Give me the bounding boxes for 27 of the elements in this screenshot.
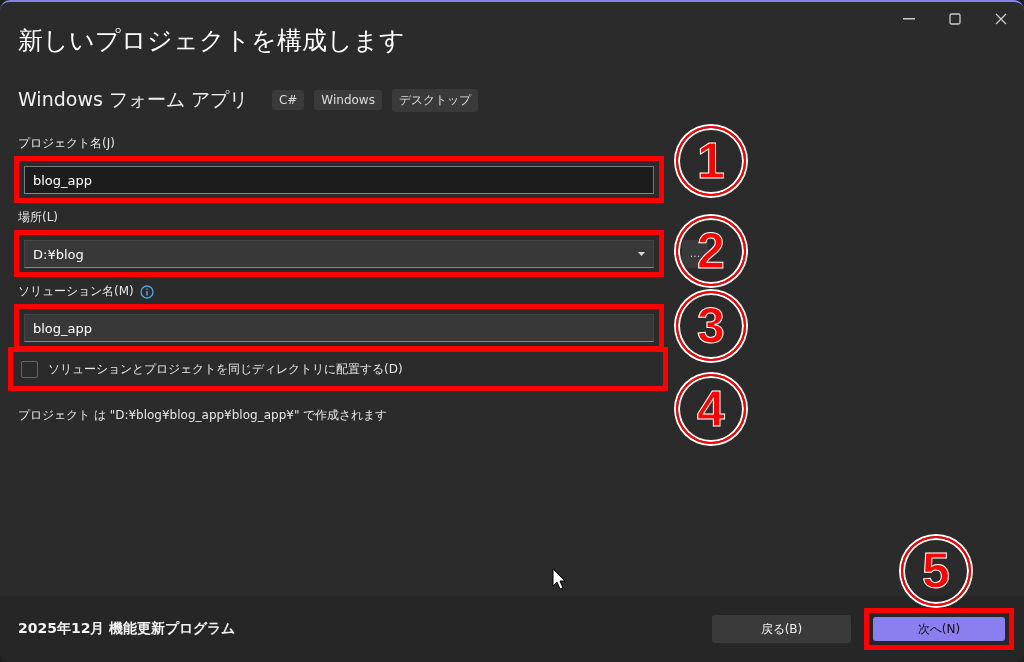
checkbox-label: ソリューションとプロジェクトを同じディレクトリに配置する(D) — [48, 360, 403, 378]
field-label: ソリューション名(M) — [18, 283, 134, 300]
dialog-title: 新しいプロジェクトを構成します — [18, 25, 405, 57]
annotation-number: 1 — [676, 126, 746, 196]
checkbox[interactable] — [21, 360, 38, 378]
location-dropdown[interactable]: D:¥blog — [24, 240, 654, 268]
template-tag: C# — [271, 90, 305, 110]
solution-name-field[interactable]: blog_app — [24, 314, 654, 342]
caret-icon — [638, 252, 645, 256]
field-label: プロジェクト名(J) — [18, 135, 115, 152]
minimize-icon — [903, 18, 915, 20]
project-name-field[interactable]: blog_app — [24, 166, 654, 194]
cursor-icon — [552, 568, 566, 590]
annotation-number: 3 — [676, 291, 746, 361]
update-text: 2025年12月 機能更新プログラム — [18, 620, 236, 638]
annotation-number: 4 — [676, 374, 746, 444]
next-button[interactable]: 次へ(N) — [873, 617, 1005, 641]
close-icon — [995, 13, 1007, 25]
template-name: Windows フォーム アプリ — [18, 87, 248, 112]
template-tag: Windows — [314, 90, 382, 110]
info-icon[interactable] — [139, 284, 154, 299]
template-tag: デスクトップ — [391, 88, 478, 112]
field-label: 場所(L) — [18, 209, 59, 226]
maximize-icon — [949, 13, 961, 25]
path-note: プロジェクト は "D:¥blog¥blog_app¥blog_app¥" で作成されます — [18, 407, 389, 424]
back-button[interactable]: 戻る(B) — [712, 615, 851, 643]
annotation-number: 5 — [901, 536, 971, 606]
